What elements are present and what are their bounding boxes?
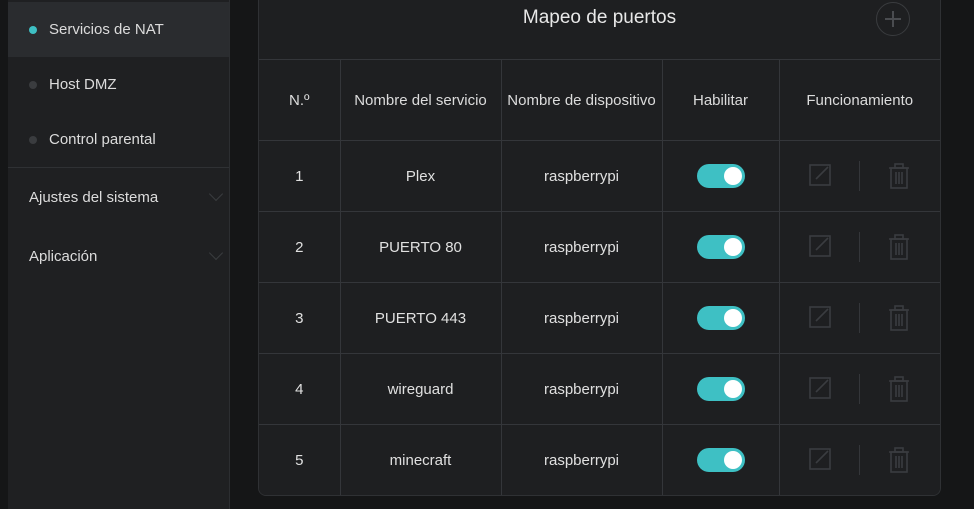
trash-icon[interactable] <box>886 447 912 473</box>
service-name: Plex <box>340 140 502 212</box>
trash-icon[interactable] <box>886 234 912 260</box>
table-row: 3 PUERTO 443 raspberrypi <box>259 282 940 354</box>
operation-divider <box>859 445 861 475</box>
row-number: 4 <box>259 353 341 425</box>
operation-cell <box>779 282 940 354</box>
sidebar-item-label: Servicios de NAT <box>49 21 164 38</box>
active-dot-icon <box>29 25 37 34</box>
operation-cell <box>779 424 940 495</box>
column-header-operation: Funcionamiento <box>779 59 940 141</box>
sidebar-group-system-settings[interactable]: Ajustes del sistema <box>8 177 229 217</box>
service-name: PUERTO 80 <box>340 211 502 283</box>
service-name: minecraft <box>340 424 502 495</box>
chevron-down-icon <box>208 186 224 202</box>
toggle-knob <box>723 238 742 256</box>
dot-icon <box>29 135 37 144</box>
table-row: 1 Plex raspberrypi <box>259 140 940 212</box>
panel-title: Mapeo de puertos <box>522 7 677 28</box>
edit-icon[interactable] <box>807 234 833 260</box>
toggle-knob <box>723 167 742 185</box>
operation-cell <box>779 211 940 283</box>
sidebar-item-dmz-host[interactable]: Host DMZ <box>8 57 229 112</box>
operation-divider <box>859 303 861 333</box>
service-name: PUERTO 443 <box>340 282 502 354</box>
sidebar-divider <box>8 167 229 168</box>
port-mapping-panel: Mapeo de puertos N.º Nombre del servicio… <box>258 0 941 496</box>
operation-divider <box>859 161 861 191</box>
operation-divider <box>859 374 861 404</box>
row-number: 5 <box>259 424 341 495</box>
enable-toggle[interactable] <box>696 306 745 330</box>
trash-icon[interactable] <box>886 305 912 331</box>
chevron-down-icon <box>208 245 224 261</box>
operation-cell <box>779 353 940 425</box>
table-header-row: N.º Nombre del servicio Nombre de dispos… <box>259 59 940 141</box>
column-header-enable: Habilitar <box>662 59 780 141</box>
enable-toggle[interactable] <box>696 448 745 472</box>
toggle-knob <box>723 380 742 398</box>
table-row: 2 PUERTO 80 raspberrypi <box>259 211 940 283</box>
row-number: 3 <box>259 282 341 354</box>
device-name: raspberrypi <box>501 353 663 425</box>
port-mapping-table: N.º Nombre del servicio Nombre de dispos… <box>259 59 940 495</box>
sidebar-group-label: Aplicación <box>29 247 98 265</box>
edit-icon[interactable] <box>807 447 833 473</box>
edit-icon[interactable] <box>807 376 833 402</box>
sidebar-item-nat-services[interactable]: Servicios de NAT <box>8 2 229 57</box>
device-name: raspberrypi <box>501 282 663 354</box>
row-number: 1 <box>259 140 341 212</box>
toggle-knob <box>723 309 742 327</box>
toggle-knob <box>723 451 742 469</box>
row-number: 2 <box>259 211 341 283</box>
sidebar-item-parental-control[interactable]: Control parental <box>8 112 229 167</box>
column-header-number: N.º <box>259 59 341 141</box>
enable-cell <box>662 282 780 354</box>
table-row: 4 wireguard raspberrypi <box>259 353 940 425</box>
sidebar: Servicios de NAT Host DMZ Control parent… <box>8 0 230 509</box>
enable-cell <box>662 140 780 212</box>
column-header-device-name: Nombre de dispositivo <box>501 59 663 141</box>
sidebar-item-label: Host DMZ <box>49 76 117 93</box>
column-header-service-name: Nombre del servicio <box>340 59 502 141</box>
device-name: raspberrypi <box>501 140 663 212</box>
enable-toggle[interactable] <box>696 235 745 259</box>
dot-icon <box>29 80 37 89</box>
add-rule-button[interactable] <box>876 2 910 36</box>
enable-toggle[interactable] <box>696 377 745 401</box>
operation-divider <box>859 232 861 262</box>
enable-toggle[interactable] <box>696 164 745 188</box>
edit-icon[interactable] <box>807 163 833 189</box>
service-name: wireguard <box>340 353 502 425</box>
device-name: raspberrypi <box>501 211 663 283</box>
enable-cell <box>662 211 780 283</box>
sidebar-item-label: Control parental <box>49 131 156 148</box>
sidebar-group-application[interactable]: Aplicación <box>8 236 229 276</box>
trash-icon[interactable] <box>886 163 912 189</box>
device-name: raspberrypi <box>501 424 663 495</box>
sidebar-group-label: Ajustes del sistema <box>29 188 159 206</box>
trash-icon[interactable] <box>886 376 912 402</box>
table-row: 5 minecraft raspberrypi <box>259 424 940 495</box>
enable-cell <box>662 424 780 495</box>
operation-cell <box>779 140 940 212</box>
enable-cell <box>662 353 780 425</box>
edit-icon[interactable] <box>807 305 833 331</box>
